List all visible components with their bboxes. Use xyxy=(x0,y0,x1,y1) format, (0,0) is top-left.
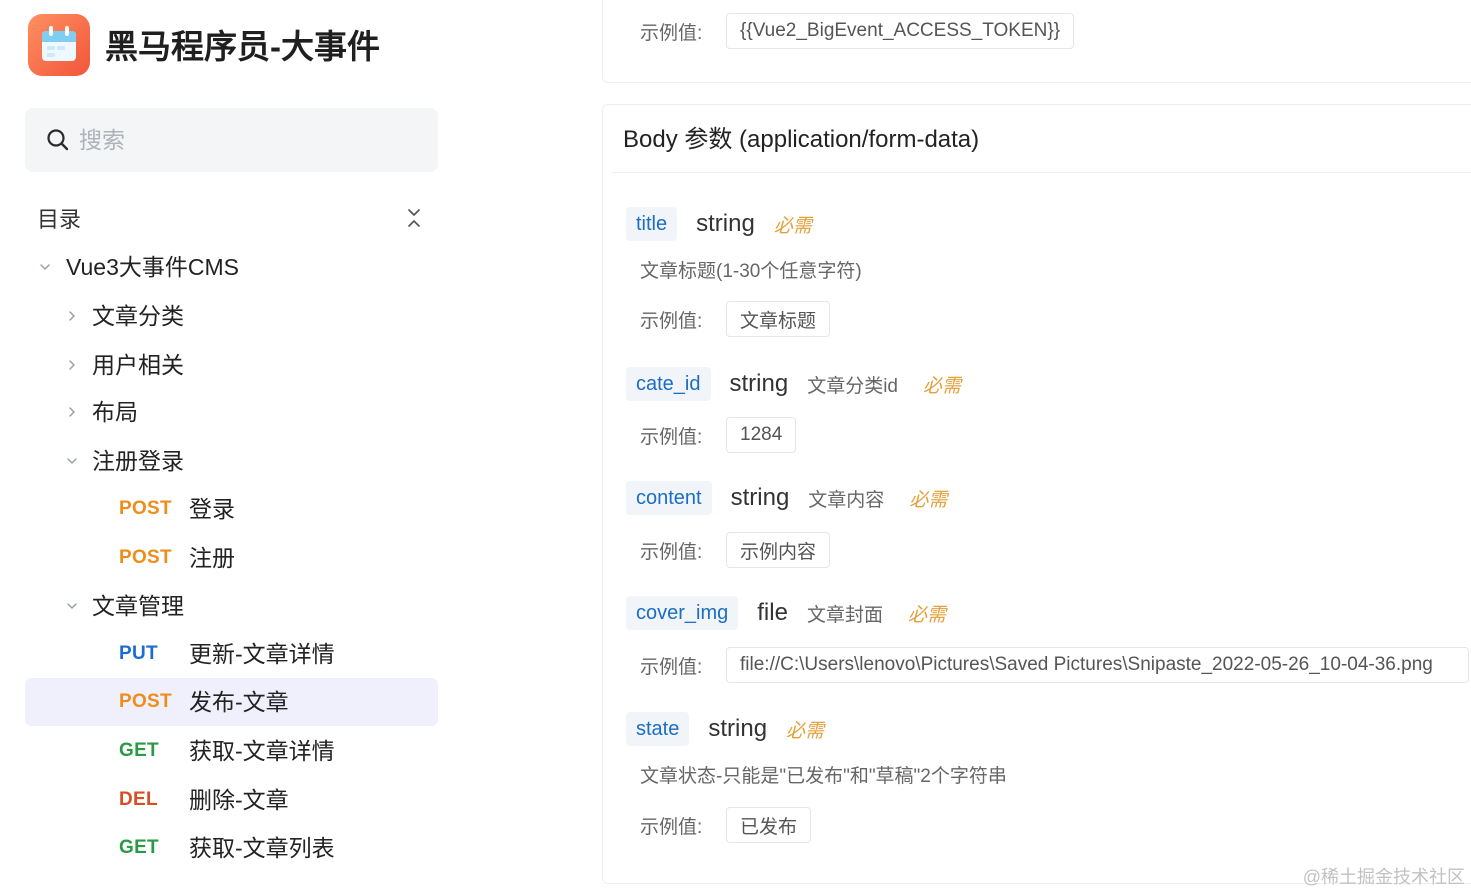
param-description: 文章标题(1-30个任意字符) xyxy=(640,261,862,282)
required-badge: 必需 xyxy=(909,489,948,511)
endpoint-item[interactable]: GET 获取-文章详情 xyxy=(25,727,438,775)
endpoint-label: 更新-文章详情 xyxy=(189,641,335,667)
toc-label: 目录 xyxy=(37,207,82,232)
chevron-right-icon[interactable] xyxy=(65,358,79,372)
chevron-right-icon[interactable] xyxy=(65,405,79,419)
collapse-all-icon xyxy=(408,209,420,227)
method-badge: POST xyxy=(119,691,172,712)
calendar-icon xyxy=(28,14,90,76)
tree-folder-label: 注册登录 xyxy=(92,448,184,474)
app-logo[interactable] xyxy=(28,14,90,76)
param-header: content string 文章内容 必需 xyxy=(626,481,947,515)
tree-root[interactable]: Vue3大事件CMS xyxy=(25,243,438,291)
param-description: 文章内容 xyxy=(808,489,885,511)
tree-folder[interactable]: 文章管理 xyxy=(25,582,438,630)
example-value[interactable]: {{Vue2_BigEvent_ACCESS_TOKEN}} xyxy=(726,13,1075,49)
required-badge: 必需 xyxy=(922,375,961,397)
endpoint-item[interactable]: DEL 删除-文章 xyxy=(25,776,438,824)
method-badge: GET xyxy=(119,740,159,761)
watermark: @稀土掘金技术社区 xyxy=(1302,867,1465,887)
param-example-row: 示例值: 文章标题 xyxy=(640,301,831,337)
param-header: cover_img file 文章封面 必需 xyxy=(626,596,946,630)
body-params-title: Body 参数 (application/form-data) xyxy=(623,126,980,153)
required-badge: 必需 xyxy=(907,604,946,626)
example-value[interactable]: 示例内容 xyxy=(726,532,831,568)
param-description: 文章分类id xyxy=(807,375,898,397)
example-value[interactable]: file://C:\Users\lenovo\Pictures\Saved Pi… xyxy=(726,647,1469,683)
endpoint-item[interactable]: PUT 更新-文章详情 xyxy=(25,630,438,678)
example-value[interactable]: 1284 xyxy=(726,417,797,453)
endpoint-item[interactable]: POST 注册 xyxy=(25,534,438,582)
method-badge: GET xyxy=(119,837,159,858)
endpoint-item-selected[interactable]: POST 发布-文章 xyxy=(25,678,438,726)
param-name: content xyxy=(626,481,712,515)
example-label: 示例值: xyxy=(640,426,703,448)
param-type: string xyxy=(696,210,755,237)
tree-folder[interactable]: 布局 xyxy=(25,388,438,436)
endpoint-label: 注册 xyxy=(189,545,235,571)
example-value[interactable]: 文章标题 xyxy=(726,301,831,337)
method-badge: DEL xyxy=(119,789,158,810)
tree-folder[interactable]: 文章分类 xyxy=(25,292,438,340)
example-label: 示例值: xyxy=(640,816,703,838)
example-value[interactable]: 已发布 xyxy=(726,807,812,843)
param-name: cate_id xyxy=(626,367,711,401)
example-label: 示例值: xyxy=(640,22,703,44)
endpoint-label: 获取-文章详情 xyxy=(189,738,335,764)
param-header: title string 必需 xyxy=(626,207,812,241)
chevron-down-icon[interactable] xyxy=(65,454,79,468)
method-badge: POST xyxy=(119,498,172,519)
endpoint-label: 获取-文章列表 xyxy=(189,835,335,861)
param-name: state xyxy=(626,712,690,746)
param-example-row: 示例值: file://C:\Users\lenovo\Pictures\Sav… xyxy=(640,647,1469,683)
tree-folder-label: 用户相关 xyxy=(92,352,184,378)
param-example-row: 示例值: 1284 xyxy=(640,417,797,453)
param-example-row: 示例值: 示例内容 xyxy=(640,532,831,568)
method-badge: POST xyxy=(119,547,172,568)
param-type: string xyxy=(730,484,790,511)
tree-folder[interactable]: 用户相关 xyxy=(25,341,438,389)
required-badge: 必需 xyxy=(786,720,825,742)
collapse-all-button[interactable] xyxy=(405,207,423,229)
endpoint-label: 删除-文章 xyxy=(189,787,289,813)
tree-root-label: Vue3大事件CMS xyxy=(66,254,239,280)
chevron-right-icon[interactable] xyxy=(65,309,79,323)
param-type: file xyxy=(757,599,788,626)
section-divider xyxy=(612,172,1471,173)
tree-folder-label: 文章分类 xyxy=(92,303,184,329)
param-description: 文章状态-只能是"已发布"和"草稿"2个字符串 xyxy=(640,766,1007,787)
method-badge: PUT xyxy=(119,643,158,664)
endpoint-label: 发布-文章 xyxy=(189,689,289,715)
param-description: 文章封面 xyxy=(806,604,883,626)
param-name: cover_img xyxy=(626,596,739,630)
tree-folder-label: 文章管理 xyxy=(92,593,184,619)
param-header: cate_id string 文章分类id 必需 xyxy=(626,367,961,401)
example-label: 示例值: xyxy=(640,541,703,563)
tree-folder[interactable]: 注册登录 xyxy=(25,437,438,485)
endpoint-item[interactable]: GET 获取-文章列表 xyxy=(25,824,438,872)
param-example-row: 示例值: 已发布 xyxy=(640,807,812,843)
header-param-example-row: 示例值: {{Vue2_BigEvent_ACCESS_TOKEN}} xyxy=(640,13,1075,49)
param-header: state string 必需 xyxy=(626,712,824,746)
example-label: 示例值: xyxy=(640,656,703,678)
required-badge: 必需 xyxy=(773,215,812,237)
endpoint-label: 登录 xyxy=(189,496,235,522)
endpoint-item[interactable]: POST 登录 xyxy=(25,485,438,533)
search-icon xyxy=(47,129,69,151)
chevron-down-icon[interactable] xyxy=(38,260,52,274)
chevron-down-icon[interactable] xyxy=(65,599,79,613)
app-title: 黑马程序员-大事件 xyxy=(105,28,380,65)
search-box[interactable] xyxy=(25,108,438,172)
param-name: title xyxy=(626,207,678,241)
search-input[interactable] xyxy=(79,108,419,172)
example-label: 示例值: xyxy=(640,310,703,332)
param-type: string xyxy=(729,370,789,397)
sidebar: 黑马程序员-大事件 目录 Vue3大事件CMS 文章分类 用户相关 xyxy=(0,0,465,894)
param-type: string xyxy=(708,715,768,742)
tree-folder-label: 布局 xyxy=(92,399,138,425)
